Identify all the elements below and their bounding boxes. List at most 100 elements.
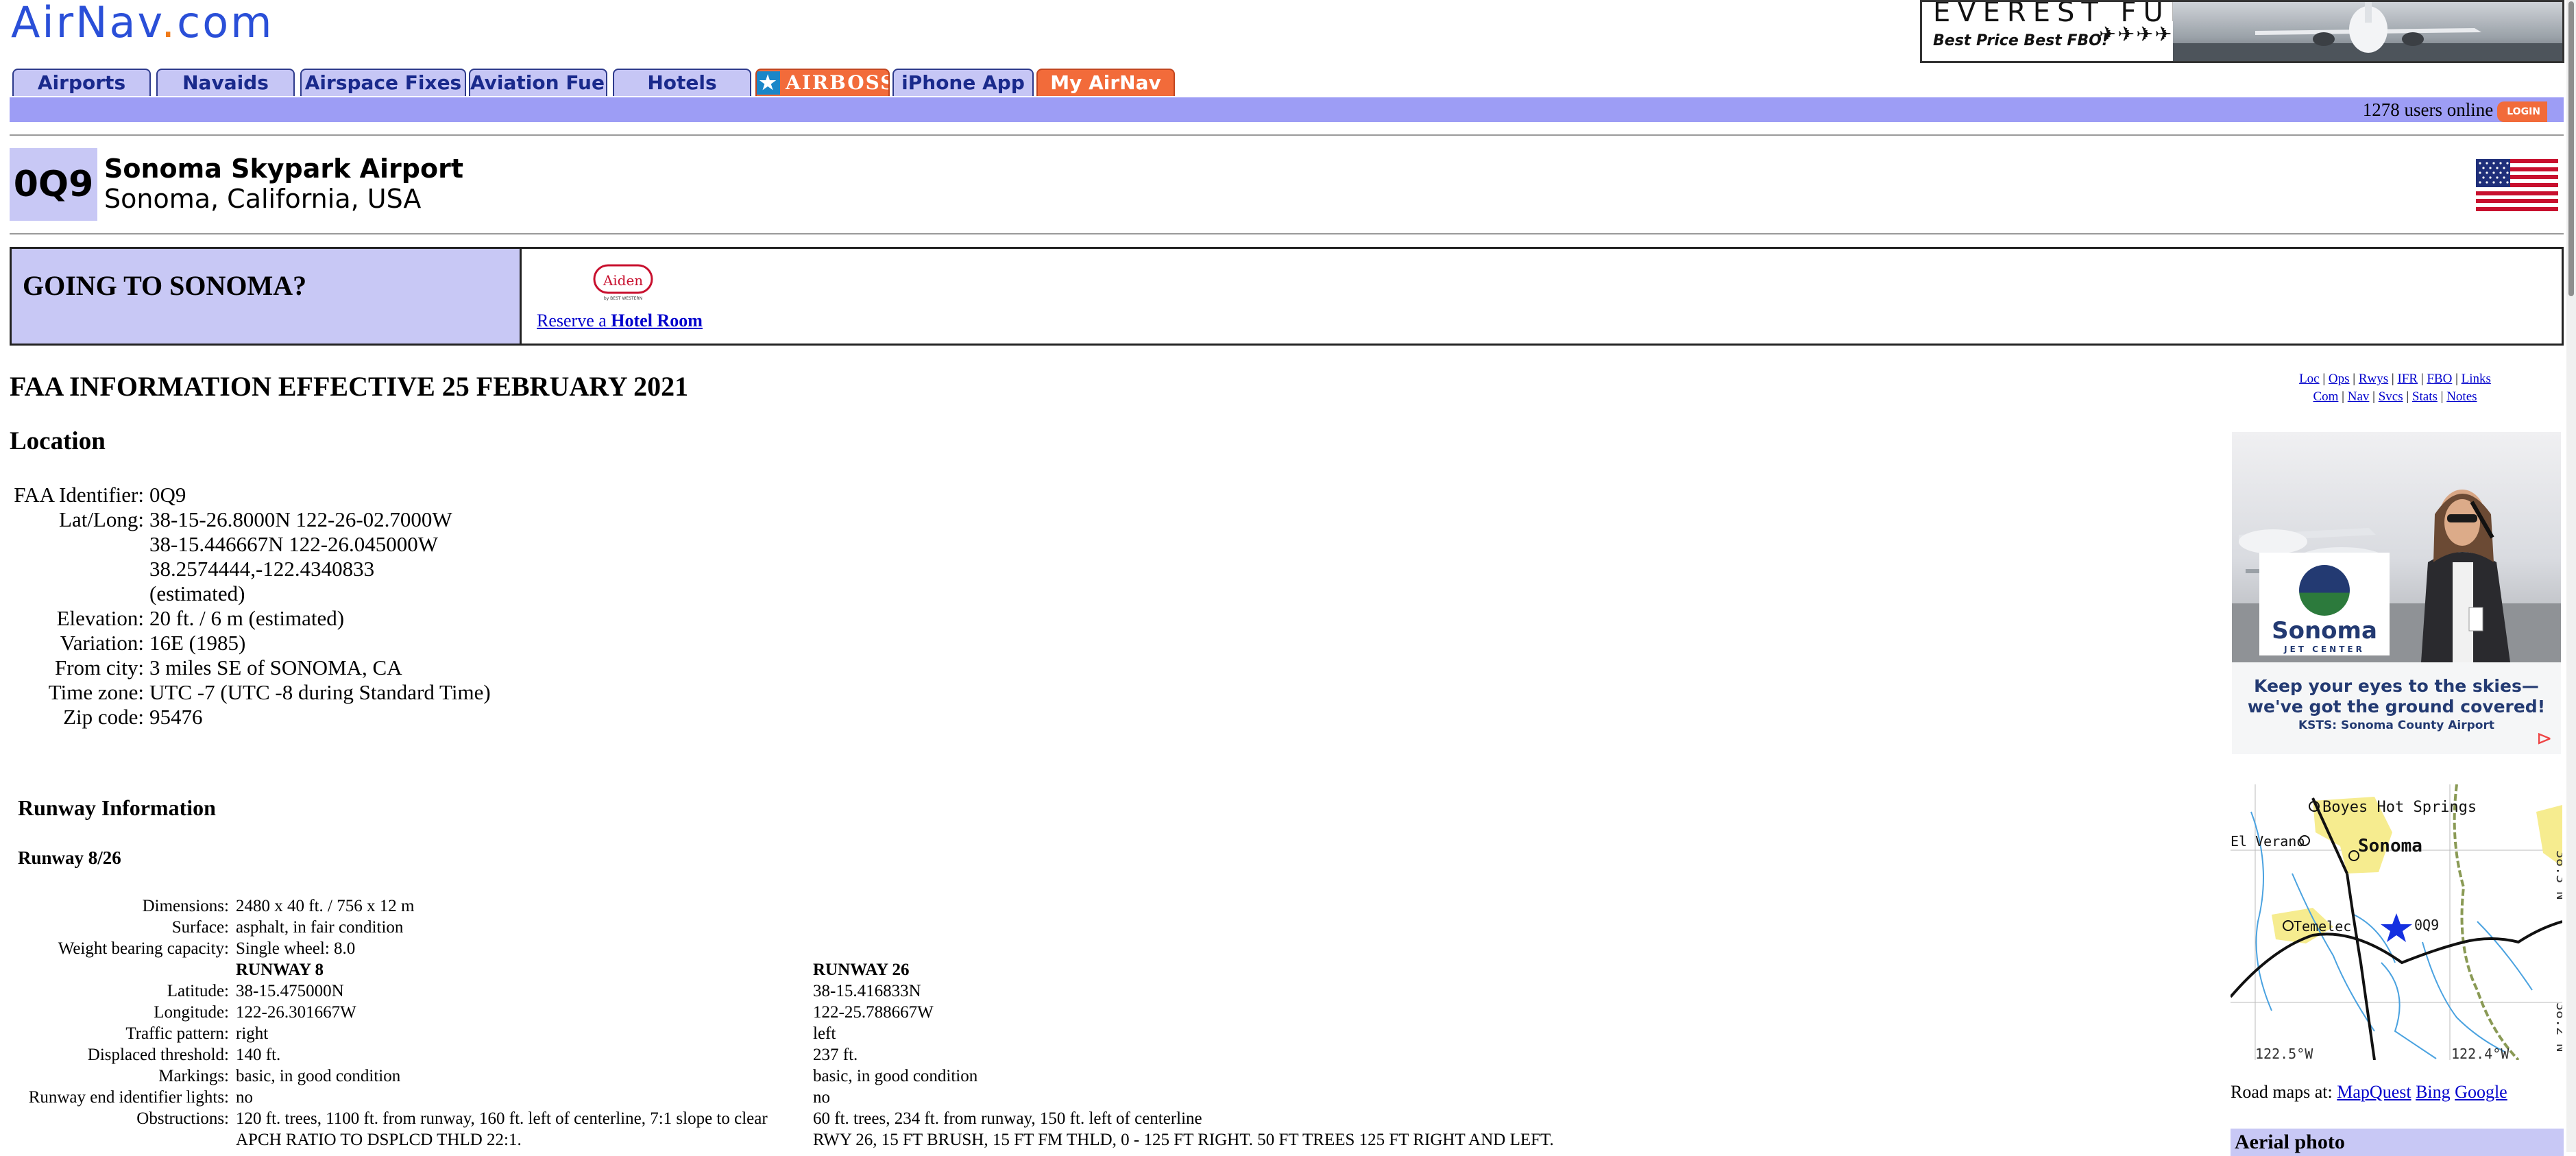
rwy-key: Surface: — [171, 918, 229, 937]
tab-aviation-fuel[interactable]: Aviation Fuel — [469, 69, 607, 96]
rwy-value-26: 237 ft. — [813, 1046, 858, 1064]
ad-airport: KSTS: Sonoma County Airport — [2298, 719, 2494, 732]
airport-location: Sonoma, California, USA — [104, 184, 422, 214]
status-bar: 1278 users online LOGIN — [10, 97, 2564, 122]
airport-name: Sonoma Skypark Airport — [104, 154, 463, 184]
loc-value: 95476 — [149, 705, 203, 729]
sep: | — [2403, 389, 2412, 404]
link-notes[interactable]: Notes — [2446, 389, 2477, 404]
sep: | — [2369, 389, 2379, 404]
rwy-value: APCH RATIO TO DSPLCD THLD 22:1. — [236, 1131, 522, 1149]
sep: | — [2452, 372, 2462, 386]
sep: | — [2349, 372, 2359, 386]
rwy-value: 38-15.475000N — [236, 982, 344, 1000]
map-label-sonoma: Sonoma — [2358, 836, 2422, 856]
link-google[interactable]: Google — [2455, 1082, 2507, 1102]
divider — [10, 233, 2564, 234]
aiden-hotel-logo[interactable]: Aiden by BEST WESTERN — [592, 264, 655, 301]
runway-8-header: RUNWAY 8 — [236, 961, 324, 979]
link-com[interactable]: Com — [2313, 389, 2338, 404]
link-nav[interactable]: Nav — [2348, 389, 2370, 404]
link-ifr[interactable]: IFR — [2397, 372, 2418, 386]
adchoices-icon[interactable]: ⊳ — [2536, 728, 2558, 750]
rwy-value-26: 122-25.788667W — [813, 1003, 934, 1022]
sonoma-jet-logo: Sonoma JET CENTER — [2259, 553, 2390, 655]
aiden-logo-text: Aiden — [603, 272, 643, 289]
reserve-prefix: Reserve a — [537, 311, 611, 330]
loc-key: From city: — [54, 655, 144, 679]
link-svcs[interactable]: Svcs — [2379, 389, 2403, 404]
loc-key: Zip code: — [63, 705, 144, 729]
map-label-boyes: Boyes Hot Springs — [2322, 799, 2477, 816]
logo-tld: com — [177, 0, 274, 47]
sectional-map[interactable]: Boyes Hot Springs El Verano Sonoma Temel… — [2231, 784, 2562, 1060]
login-button[interactable]: LOGIN — [2497, 101, 2547, 122]
link-links[interactable]: Links — [2462, 372, 2491, 386]
going-to-title: GOING TO SONOMA? — [23, 270, 307, 301]
airboss-star-icon: ★ — [757, 71, 780, 95]
tab-airports[interactable]: Airports — [12, 69, 151, 96]
runway-26-header: RUNWAY 26 — [813, 961, 910, 979]
logo-dot: . — [161, 0, 178, 47]
fuel-ad-tagline: Best Price Best FBO! — [1933, 32, 2109, 49]
sep: | — [2388, 372, 2398, 386]
airport-ident: 0Q9 — [10, 148, 97, 221]
link-fbo[interactable]: FBO — [2427, 372, 2452, 386]
tab-iphone-app[interactable]: iPhone App — [892, 69, 1034, 96]
tab-hotels[interactable]: Hotels — [613, 69, 751, 96]
sep: | — [2338, 389, 2348, 404]
link-rwys[interactable]: Rwys — [2359, 372, 2388, 386]
rwy-key: Latitude: — [167, 982, 229, 1000]
everest-fuel-ad[interactable]: EVEREST FUEL Best Price Best FBO! ✈✈✈✈ — [1920, 0, 2564, 63]
airnav-logo[interactable]: AirNav.com — [11, 0, 395, 45]
tab-navaids[interactable]: Navaids — [156, 69, 295, 96]
sep: | — [2319, 372, 2329, 386]
loc-key: Variation: — [60, 631, 144, 655]
link-bing[interactable]: Bing — [2416, 1082, 2451, 1102]
scrollbar-thumb[interactable] — [2568, 1, 2574, 296]
rwy-key: Traffic pattern: — [125, 1024, 229, 1043]
rwy-key: Displaced threshold: — [87, 1046, 229, 1064]
rwy-key: Longitude: — [154, 1003, 229, 1022]
aerial-photo-heading: Aerial photo — [2231, 1129, 2564, 1156]
map-label-verano: El Verano — [2231, 833, 2305, 850]
rwy-value-26: no — [813, 1088, 830, 1107]
sonoma-jet-center-ad[interactable]: Sonoma JET CENTER Keep your eyes to the … — [2232, 432, 2561, 754]
rwy-key: Runway end identifier lights: — [28, 1088, 229, 1107]
us-flag-icon — [2476, 159, 2558, 211]
rwy-value: Single wheel: 8.0 — [236, 939, 356, 958]
reserve-hotel-link[interactable]: Reserve a Hotel Room — [537, 311, 703, 331]
logo-sub: JET CENTER — [2284, 645, 2365, 654]
rwy-value-26: 60 ft. trees, 234 ft. from runway, 150 f… — [813, 1109, 1202, 1128]
tab-my-airnav[interactable]: My AirNav — [1036, 69, 1175, 96]
loc-key: Time zone: — [48, 680, 144, 704]
map-label-apt: 0Q9 — [2414, 917, 2439, 933]
link-ops[interactable]: Ops — [2329, 372, 2350, 386]
link-mapquest[interactable]: MapQuest — [2337, 1082, 2411, 1102]
rwy-key: Markings: — [158, 1067, 229, 1085]
map-tick-x1: 122.5°W — [2255, 1046, 2313, 1060]
loc-value: UTC -7 (UTC -8 during Standard Time) — [149, 680, 491, 704]
link-stats[interactable]: Stats — [2412, 389, 2438, 404]
map-tick-y2: 38.2°N — [2553, 1002, 2562, 1052]
section-links: Loc | Ops | Rwys | IFR | FBO | Links Com… — [2231, 370, 2560, 406]
section-links-row1: Loc | Ops | Rwys | IFR | FBO | Links — [2231, 370, 2560, 388]
map-tick-x2: 122.4°W — [2451, 1046, 2510, 1060]
location-heading: Location — [10, 427, 106, 455]
loc-value: 38.2574444,-122.4340833 — [149, 557, 375, 581]
tab-airboss[interactable]: ★ AIRBOSS — [755, 69, 890, 96]
faa-info-heading: FAA INFORMATION EFFECTIVE 25 FEBRUARY 20… — [10, 371, 689, 402]
divider — [10, 134, 2564, 136]
link-loc[interactable]: Loc — [2299, 372, 2320, 386]
tab-airspace-fixes[interactable]: Airspace Fixes — [300, 69, 466, 96]
going-to-panel: GOING TO SONOMA? Aiden by BEST WESTERN R… — [10, 247, 2564, 346]
ad-tagline: Keep your eyes to the skies— we've got t… — [2232, 676, 2561, 717]
going-to-title-cell: GOING TO SONOMA? — [12, 249, 522, 344]
rwy-value: no — [236, 1088, 253, 1107]
sep: | — [2418, 372, 2427, 386]
sep: | — [2437, 389, 2447, 404]
map-label-temelec: Temelec — [2294, 918, 2351, 935]
logo-word: Sonoma — [2272, 617, 2377, 645]
page-scrollbar[interactable] — [2566, 0, 2576, 1152]
tab-airboss-label: AIRBOSS — [786, 71, 890, 94]
